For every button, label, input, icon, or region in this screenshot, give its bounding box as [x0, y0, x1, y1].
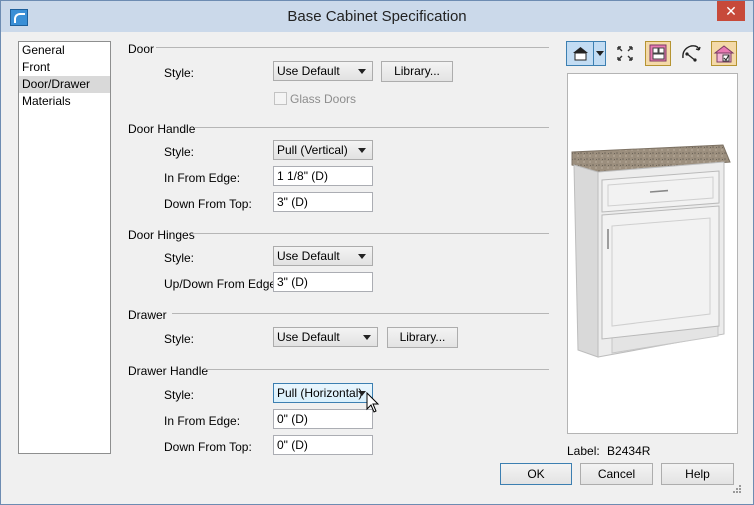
glass-doors-checkbox[interactable] [274, 92, 287, 105]
dropdown-separator [593, 42, 594, 65]
door-handle-in-from-edge-input[interactable]: 1 1/8" (D) [273, 166, 373, 186]
glass-doors-label: Glass Doors [290, 92, 357, 106]
door-hinges-style-select[interactable]: Use Default [273, 246, 373, 266]
orbit-button[interactable] [678, 41, 704, 66]
door-divider [156, 47, 549, 48]
drawer-style-value: Use Default [277, 330, 340, 344]
drawer-library-button[interactable]: Library... [387, 327, 458, 348]
drawer-handle-style-select[interactable]: Pull (Horizontal) [273, 383, 373, 403]
drawer-style-select[interactable]: Use Default [273, 327, 378, 347]
color-toggle-icon [649, 44, 667, 62]
label-caption: Label: [567, 444, 600, 458]
material-view-icon [713, 45, 735, 63]
chevron-down-icon [358, 148, 366, 153]
door-handle-down-from-top-label: Down From Top: [164, 197, 252, 211]
window-title: Base Cabinet Specification [287, 8, 467, 25]
drawer-handle-style-label: Style: [164, 388, 195, 402]
door-handle-style-value: Pull (Vertical) [277, 143, 348, 157]
door-hinges-style-value: Use Default [277, 249, 340, 263]
nav-list: General Front Door/Drawer Materials [18, 41, 111, 454]
door-hinges-style-label: Style: [164, 251, 195, 265]
door-hinges-updown-input[interactable]: 3" (D) [273, 272, 373, 292]
door-hinges-section-label: Door Hinges [128, 228, 195, 242]
label-value: B2434R [607, 444, 651, 458]
door-style-select[interactable]: Use Default [273, 61, 373, 81]
close-button[interactable]: ✕ [717, 1, 745, 21]
orbit-icon [682, 45, 701, 62]
door-handle-style-label: Style: [164, 145, 195, 159]
door-handle-section-label: Door Handle [128, 122, 196, 136]
fit-view-button[interactable] [612, 41, 638, 66]
camera-view-icon [573, 47, 588, 61]
chevron-down-icon [358, 254, 366, 259]
drawer-handle-in-from-edge-input[interactable]: 0" (D) [273, 409, 373, 429]
dialog-client: General Front Door/Drawer Materials Door… [10, 32, 744, 496]
door-handle-style-select[interactable]: Pull (Vertical) [273, 140, 373, 160]
chevron-down-icon [358, 391, 366, 396]
chevron-down-icon [596, 51, 604, 56]
door-hinges-divider [193, 233, 549, 234]
door-section-label: Door [128, 42, 155, 56]
cancel-button[interactable]: Cancel [580, 463, 653, 485]
drawer-handle-style-value: Pull (Horizontal) [277, 386, 363, 400]
cabinet-label: Label: B2434R [567, 444, 650, 458]
base-cabinet-icon [571, 144, 731, 358]
title-bar[interactable]: Base Cabinet Specification ✕ [1, 1, 753, 32]
chevron-down-icon [363, 335, 371, 340]
help-button[interactable]: Help [661, 463, 734, 485]
drawer-section-label: Drawer [128, 308, 167, 322]
door-handle-in-from-edge-label: In From Edge: [164, 171, 241, 185]
drawer-handle-down-from-top-label: Down From Top: [164, 440, 252, 454]
camera-view-dropdown[interactable] [566, 41, 606, 66]
dialog-window: Base Cabinet Specification ✕ General Fro… [0, 0, 754, 505]
drawer-style-label: Style: [164, 332, 195, 346]
material-view-button[interactable] [711, 41, 737, 66]
door-style-value: Use Default [277, 64, 340, 78]
nav-item-general[interactable]: General [19, 42, 110, 59]
door-hinges-updown-label: Up/Down From Edge: [164, 277, 280, 291]
door-handle-down-from-top-input[interactable]: 3" (D) [273, 192, 373, 212]
door-style-label: Style: [164, 66, 195, 80]
mouse-cursor-icon [366, 392, 380, 413]
nav-item-front[interactable]: Front [19, 59, 110, 76]
resize-grip-icon[interactable] [732, 484, 742, 494]
drawer-handle-divider [205, 369, 549, 370]
drawer-divider [172, 313, 549, 314]
fit-view-icon [617, 46, 633, 61]
cabinet-preview[interactable] [567, 73, 738, 434]
nav-item-door-drawer[interactable]: Door/Drawer [19, 76, 110, 93]
color-toggle-button[interactable] [645, 41, 671, 66]
drawer-handle-down-from-top-input[interactable]: 0" (D) [273, 435, 373, 455]
ok-button[interactable]: OK [500, 463, 572, 485]
chevron-down-icon [358, 69, 366, 74]
nav-item-materials[interactable]: Materials [19, 93, 110, 110]
drawer-handle-in-from-edge-label: In From Edge: [164, 414, 241, 428]
door-library-button[interactable]: Library... [381, 61, 453, 82]
drawer-handle-section-label: Drawer Handle [128, 364, 209, 378]
door-handle-divider [194, 127, 549, 128]
